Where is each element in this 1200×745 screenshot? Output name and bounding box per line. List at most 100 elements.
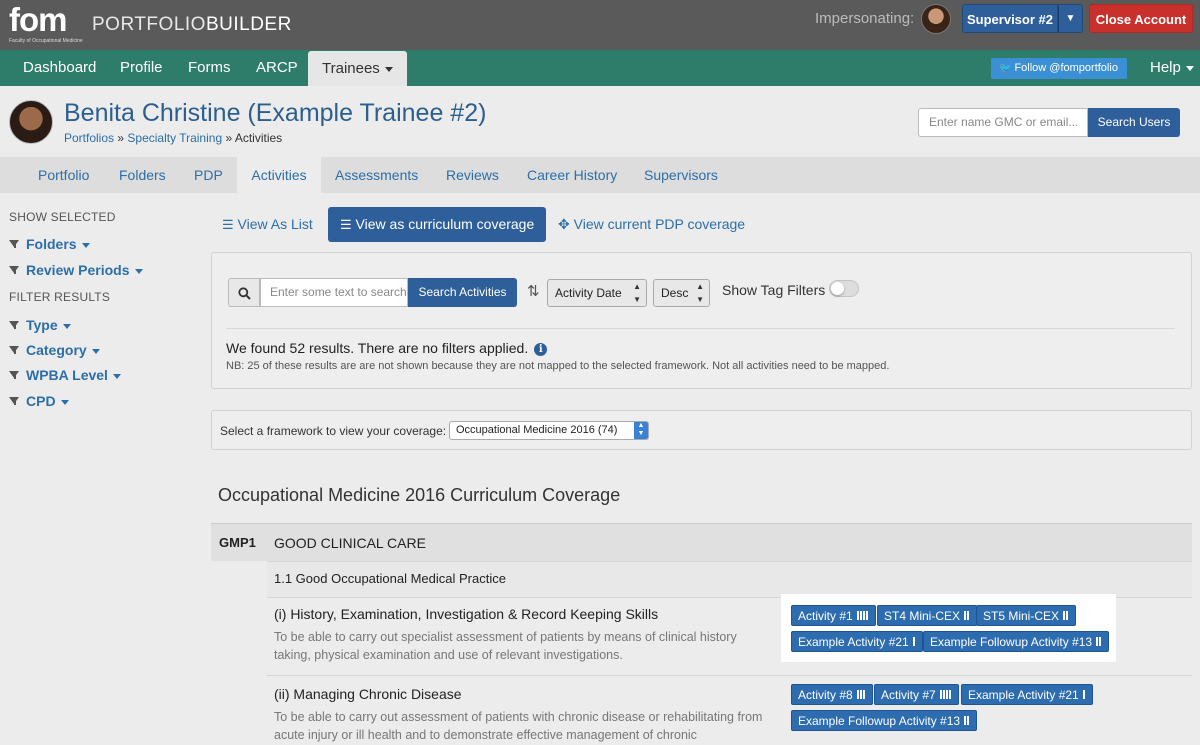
nav-trainees[interactable]: Trainees	[308, 51, 407, 86]
competency-description: To be able to carry out specialist asses…	[274, 630, 737, 662]
stack-icon: ☰	[340, 217, 352, 232]
level-bars-icon	[964, 716, 970, 726]
search-activities-button[interactable]: Search Activities	[408, 278, 517, 307]
tab-folders[interactable]: Folders	[119, 157, 166, 193]
activity-tag[interactable]: Example Followup Activity #13	[923, 631, 1110, 652]
activity-tag[interactable]: Activity #1	[791, 605, 876, 626]
tab-reviews[interactable]: Reviews	[446, 157, 499, 193]
trainee-avatar	[9, 100, 53, 144]
tab-pdp[interactable]: PDP	[194, 157, 223, 193]
user-search-input[interactable]: Enter name GMC or email...	[918, 108, 1088, 137]
fom-logo[interactable]: fom Faculty of Occupational Medicine	[9, 2, 83, 46]
caret-down-icon	[62, 323, 71, 329]
view-as-list-button[interactable]: ☰ View As List	[222, 207, 313, 242]
activity-search-input[interactable]: Enter some text to search	[260, 278, 408, 307]
tag-label: Activity #1	[798, 609, 853, 623]
level-bars-icon	[856, 690, 866, 700]
tab-supervisors[interactable]: Supervisors	[644, 157, 718, 193]
help-menu[interactable]: Help	[1150, 50, 1194, 86]
competency-title: (i) History, Examination, Investigation …	[274, 606, 659, 622]
select-arrows-icon: ▲ ▼	[634, 422, 648, 439]
nav-arcp[interactable]: ARCP	[256, 50, 298, 86]
view-pdp-coverage-button[interactable]: ✥ View current PDP coverage	[558, 207, 745, 242]
activity-tag[interactable]: Activity #8	[791, 684, 873, 705]
tag-label: Example Followup Activity #13	[798, 714, 961, 728]
coverage-title: Occupational Medicine 2016 Curriculum Co…	[218, 485, 621, 505]
activity-tag[interactable]: Activity #7	[874, 684, 959, 705]
move-icon: ✥	[558, 216, 570, 232]
info-icon[interactable]: i	[534, 343, 548, 356]
view-pdp-label: View current PDP coverage	[573, 216, 746, 232]
logo-text: fom	[9, 1, 68, 38]
filter-icon	[9, 396, 19, 404]
select-arrows-icon: ▲ ▼	[633, 282, 641, 304]
breadcrumb-separator: »	[117, 131, 125, 145]
activity-tag[interactable]: Example Followup Activity #13	[791, 710, 978, 731]
show-selected-heading: SHOW SELECTED	[9, 210, 116, 224]
activity-tag[interactable]: Example Activity #21	[791, 631, 923, 652]
top-bar: fom Faculty of Occupational Medicine POR…	[0, 0, 1200, 50]
impersonating-avatar	[921, 4, 951, 34]
nav-dashboard[interactable]: Dashboard	[23, 50, 96, 86]
sidebar-item-label: Category	[26, 342, 87, 358]
search-users-button[interactable]: Search Users	[1088, 108, 1180, 137]
sidebar-item-wpba-level[interactable]: WPBA Level	[9, 367, 121, 383]
framework-label: Select a framework to view your coverage…	[220, 424, 447, 438]
sidebar-item-type[interactable]: Type	[9, 317, 71, 333]
tab-assessments[interactable]: Assessments	[335, 157, 418, 193]
section-title: 1.1 Good Occupational Medical Practice	[274, 571, 506, 586]
activity-tag[interactable]: ST4 Mini-CEX	[877, 605, 978, 626]
level-bars-icon	[856, 611, 869, 621]
breadcrumb-portfolios[interactable]: Portfolios	[64, 131, 114, 145]
tab-portfolio[interactable]: Portfolio	[38, 157, 89, 193]
impersonating-label: Impersonating:	[815, 10, 915, 27]
sidebar-item-review-periods[interactable]: Review Periods	[9, 262, 143, 278]
caret-down-icon	[60, 399, 69, 405]
competency-description: To be able to carry out assessment of pa…	[274, 710, 763, 742]
tag-label: Activity #7	[881, 688, 936, 702]
tag-label: Activity #8	[798, 688, 853, 702]
filter-icon	[9, 320, 19, 328]
sort-order-value: Desc	[661, 286, 689, 300]
filter-results-heading: FILTER RESULTS	[9, 290, 111, 304]
sidebar-item-folders[interactable]: Folders	[9, 236, 90, 252]
sidebar-item-label: Type	[26, 317, 58, 333]
breadcrumb: Portfolios » Specialty Training » Activi…	[64, 131, 282, 145]
activity-tag[interactable]: ST5 Mini-CEX	[976, 605, 1077, 626]
toggle-knob	[831, 282, 844, 295]
caret-down-icon	[134, 268, 143, 274]
list-icon: ☰	[222, 217, 234, 232]
breadcrumb-specialty-training[interactable]: Specialty Training	[127, 131, 222, 145]
level-bars-icon	[1082, 690, 1086, 700]
view-curriculum-coverage-button[interactable]: ☰ View as curriculum coverage	[328, 207, 547, 242]
supervisor-dropdown-toggle[interactable]: ▼	[1058, 4, 1083, 33]
panel-divider	[226, 328, 1175, 329]
sort-field-select[interactable]: Activity Date ▲ ▼	[547, 279, 647, 307]
sort-order-select[interactable]: Desc ▲ ▼	[653, 279, 710, 307]
sidebar-item-cpd[interactable]: CPD	[9, 393, 69, 409]
main-nav: Dashboard Profile Forms ARCP Trainees 🐦 F…	[0, 50, 1200, 86]
caret-down-icon	[1185, 65, 1194, 71]
close-account-button[interactable]: Close Account	[1089, 4, 1193, 33]
show-tag-filters-label: Show Tag Filters	[722, 282, 826, 298]
sort-field-value: Activity Date	[555, 286, 622, 300]
activity-tag[interactable]: Example Activity #21	[961, 684, 1093, 705]
nav-forms[interactable]: Forms	[188, 50, 231, 86]
results-note: NB: 25 of these results are are not show…	[226, 360, 890, 372]
tab-career-history[interactable]: Career History	[527, 157, 617, 193]
search-icon[interactable]	[228, 278, 260, 307]
trainee-name: Benita Christine (Example Trainee #2)	[64, 99, 487, 127]
twitter-follow-button[interactable]: 🐦 Follow @fomportfolio	[991, 58, 1127, 79]
sidebar-item-category[interactable]: Category	[9, 342, 100, 358]
supervisor-button[interactable]: Supervisor #2	[962, 4, 1058, 33]
framework-select[interactable]: Occupational Medicine 2016 (74) ▲ ▼	[449, 421, 649, 440]
tag-filters-toggle[interactable]	[829, 280, 859, 297]
level-bars-icon	[912, 637, 916, 647]
help-label: Help	[1150, 59, 1181, 76]
app-brand[interactable]: PORTFOLIOBUILDER	[92, 14, 292, 36]
tab-activities[interactable]: Activities	[237, 157, 321, 193]
domain-code: GMP1	[219, 535, 256, 550]
nav-profile[interactable]: Profile	[120, 50, 163, 86]
tag-label: ST5 Mini-CEX	[983, 609, 1060, 623]
sidebar-item-label: Folders	[26, 236, 77, 252]
